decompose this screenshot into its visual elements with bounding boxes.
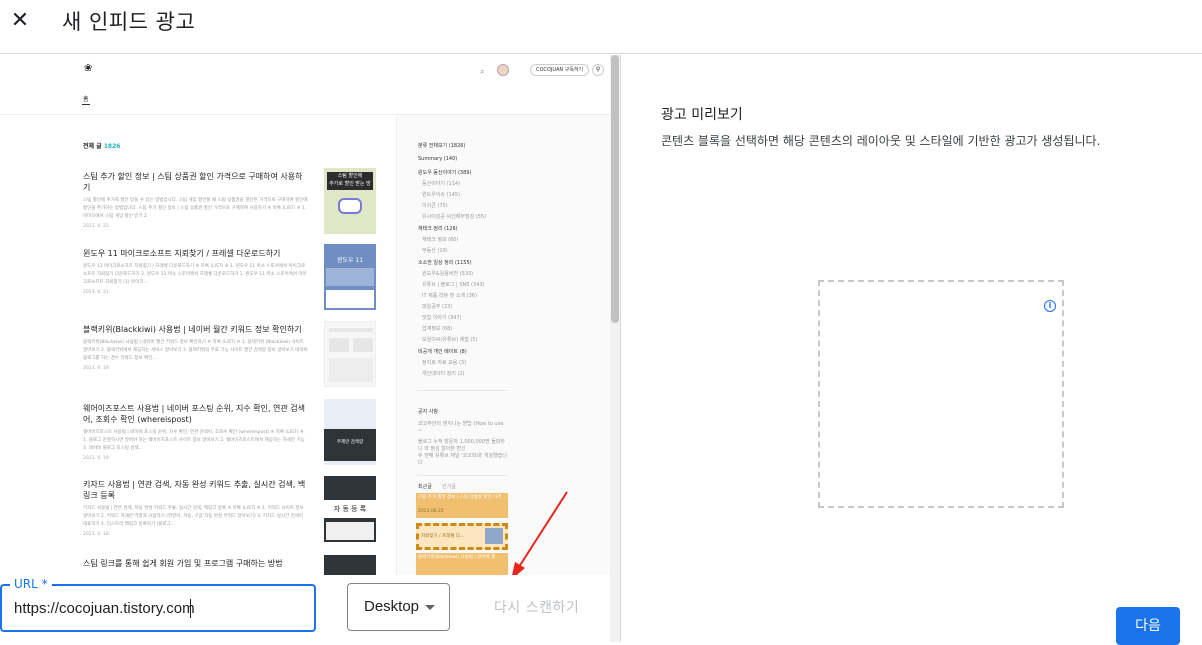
sidebar-divider (417, 390, 507, 391)
post-title[interactable]: 스팀 링크를 통해 쉽게 회원 가입 및 프로그램 구매하는 방법 (83, 558, 308, 569)
ad-preview-description: 콘텐츠 블록을 선택하면 해당 콘텐츠의 레이아웃 및 스타일에 기반한 광고가… (661, 134, 1101, 148)
scrollbar[interactable] (610, 55, 620, 642)
sidebar-category[interactable]: 유시이성공 씨인해무털성 (55) (422, 213, 486, 220)
sidebar-category[interactable]: 유튜브 | 블로그 | SNS (343) (422, 281, 484, 288)
post-excerpt: 키자드 사용법 | 연관 검색, 자동 완성 키워드 추출, 실시간 검색, 백… (83, 506, 304, 527)
sidebar-category[interactable]: 비공개 개인 메이트 (8) (418, 348, 467, 355)
chevron-down-icon (425, 605, 435, 610)
sidebar-category[interactable]: Summary (140) (418, 156, 457, 162)
post-thumbnail[interactable]: 윈도우 11 (324, 244, 376, 310)
sidebar-category[interactable]: 모임이씨(유튜브) 체험 (5) (422, 336, 478, 343)
next-button[interactable]: 다음 (1116, 607, 1180, 645)
sidebar-category[interactable]: 맛집 이야기 (347) (422, 314, 462, 321)
scrollbar-thumb[interactable] (611, 55, 619, 323)
notice-item[interactable]: 블로그 누적 방문자 1,000,000명 돌파하니 와 정성 알아본 변신 (418, 439, 508, 453)
device-select[interactable]: Desktop (347, 583, 450, 631)
post-thumbnail[interactable]: 자 동 등 록 (324, 476, 376, 542)
sidebar-category[interactable]: 윈도우&응용버전 (533) (422, 270, 473, 277)
menu-icon[interactable]: ⚲ (592, 64, 604, 76)
sidebar-category[interactable]: 소소한 일상 정리 (1155) (418, 259, 472, 266)
post-date: 2023. 6. 19. (83, 456, 111, 461)
notice-item[interactable]: 두 번째 유튜브 채널 '코코피네' 개설했습니다 (418, 453, 508, 467)
rescan-button[interactable]: 다시 스캔하기 (494, 597, 579, 617)
site-preview-panel: ❀ ⌕ COCOJUAN 구독하기 ⚲ 홈 전체 글 1826 스팀 추가 할인… (0, 55, 620, 642)
post-thumbnail[interactable]: 스팀 할인에 추가로 할인 받는 방 (324, 168, 376, 234)
post-thumbnail[interactable] (324, 321, 376, 387)
gamepad-icon (338, 198, 362, 214)
post-title[interactable]: 스팀 추가 할인 정보 | 스팀 상품권 할인 가격으로 구매하여 사용하기 (83, 171, 308, 193)
tab-home-underline (82, 104, 90, 105)
post-date: 2023. 6. 21. (83, 290, 111, 295)
sidebar-category[interactable]: 이이콘 (75) (422, 202, 448, 209)
post-excerpt: 윈도우 11 마이크로소프트 지뢰찾기 / 프레셀 다운로드하기 ※ 목록 (L… (83, 264, 307, 285)
sidebar-category[interactable]: 재테크 정리 (126) (418, 225, 458, 232)
post-item[interactable]: 윈도우 11 마이크로소프트 지뢰찾기 / 프레셀 다운로드하기 윈도우 11 … (83, 248, 308, 295)
sidebar-category[interactable]: 부동산 (19) (422, 247, 448, 254)
top-bar: ✕ 새 인피드 광고 (0, 0, 1202, 54)
recent-post-card[interactable]: 스팀 추가 할인 정보 | 스팀 상품권 할인 가격 ... 2023.06.2… (416, 493, 508, 518)
url-field[interactable]: URL * (0, 577, 316, 632)
sidebar-category[interactable]: 개인데이터 정리 (2) (422, 370, 464, 377)
info-icon[interactable]: i (1044, 300, 1056, 312)
sidebar-category[interactable]: 파일공부 (23) (422, 303, 452, 310)
sidebar-category[interactable]: 재테크 정보 (60) (422, 236, 458, 243)
post-item[interactable]: 스팀 추가 할인 정보 | 스팀 상품권 할인 가격으로 구매하여 사용하기 스… (83, 171, 308, 229)
tab-recent[interactable]: 최근글 (418, 483, 432, 490)
arrow-annotation (511, 491, 568, 580)
tab-popular[interactable]: 인기글 (442, 483, 456, 490)
sidebar-divider (417, 475, 507, 476)
device-select-value: Desktop (364, 598, 420, 615)
post-date: 2023. 6. 22. (83, 224, 111, 229)
avatar[interactable] (497, 64, 509, 76)
sidebar-category[interactable]: IT 제품 리뷰 및 소개 (36) (422, 292, 477, 299)
post-excerpt: 블랙키위(Blackkiwi) 사용법 | 네이버 월간 키워드 정보 확인하기… (83, 340, 308, 361)
post-item[interactable]: 스팀 링크를 통해 쉽게 회원 가입 및 프로그램 구매하는 방법 (83, 558, 308, 569)
search-icon[interactable]: ⌕ (480, 67, 484, 77)
post-title[interactable]: 키자드 사용법 | 연관 검색, 자동 완성 키워드 추출, 실시간 검색, 백… (83, 479, 308, 501)
sidebar-category[interactable]: 분류 전체보기 (1826) (418, 142, 465, 149)
url-input[interactable] (14, 598, 304, 618)
subscribe-button[interactable]: COCOJUAN 구독하기 (530, 64, 590, 76)
post-title[interactable]: 웨어이즈포스트 사용법 | 네이버 포스팅 순위, 지수 확인, 연관 검색어,… (83, 403, 308, 425)
post-date: 2023. 6. 18. (83, 532, 111, 537)
sidebar-category[interactable]: 윈도우이슈 (145) (422, 191, 460, 198)
post-item[interactable]: 블랙키위(Blackkiwi) 사용법 | 네이버 월간 키워드 정보 확인하기… (83, 324, 308, 371)
page-title: 새 인피드 광고 (62, 10, 196, 34)
post-thumbnail[interactable] (324, 555, 376, 575)
sidebar-category[interactable]: 정치로 자료 모음 (3) (422, 359, 466, 366)
post-item[interactable]: 웨어이즈포스트 사용법 | 네이버 포스팅 순위, 지수 확인, 연관 검색어,… (83, 403, 308, 461)
url-label: URL * (10, 577, 52, 591)
post-count: 전체 글 1826 (83, 143, 121, 150)
post-date: 2023. 6. 19. (83, 366, 111, 371)
post-excerpt: 웨어이즈포스트 사용법 | 네이버 포스팅 순위, 지수 확인, 연관 검색어,… (83, 430, 305, 451)
sidebar-category[interactable]: 동산이야기 (114) (422, 180, 460, 187)
text-caret (190, 599, 191, 618)
blog-header: ❀ ⌕ COCOJUAN 구독하기 ⚲ 홈 (0, 55, 610, 115)
close-icon[interactable]: ✕ (8, 9, 32, 33)
panel-divider (620, 55, 621, 642)
sidebar-category[interactable]: 윈도우 동산이야기 (389) (418, 169, 471, 176)
notice-item[interactable]: 코코주안의 엔지니는 방법 (How to use ~ (418, 421, 508, 435)
sidebar-category[interactable]: 업계정보 (68) (422, 325, 452, 332)
post-title[interactable]: 블랙키위(Blackkiwi) 사용법 | 네이버 월간 키워드 정보 확인하기 (83, 324, 308, 335)
ad-preview-title: 광고 미리보기 (661, 107, 743, 123)
post-item[interactable]: 키자드 사용법 | 연관 검색, 자동 완성 키워드 추출, 실시간 검색, 백… (83, 479, 308, 537)
ad-preview-box: i (818, 280, 1064, 508)
post-excerpt: 스팀 할인에 추가로 할인 받을 수 있는 방법입니다. 스팀 게임 할인할 때… (83, 198, 308, 219)
post-title[interactable]: 윈도우 11 마이크로소프트 지뢰찾기 / 프레셀 다운로드하기 (83, 248, 308, 259)
tab-home[interactable]: 홈 (83, 94, 89, 103)
notice-heading: 공지 사항 (418, 409, 438, 415)
blog-logo-icon[interactable]: ❀ (84, 63, 92, 74)
selected-content-block[interactable]: 지뢰찾기 / 프레셀 다... (416, 523, 508, 550)
post-thumbnail[interactable]: 주제란 검색량 (324, 399, 376, 465)
